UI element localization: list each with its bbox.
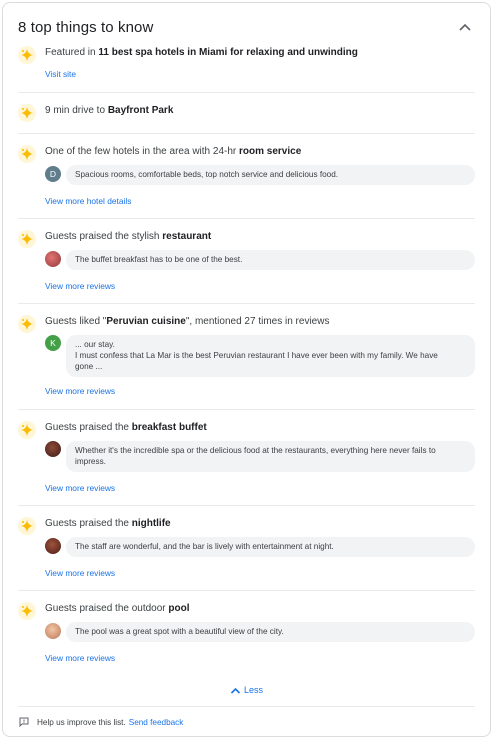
item-headline: Guests praised the outdoor pool bbox=[45, 602, 475, 616]
headline-text: Featured in bbox=[45, 47, 99, 58]
avatar bbox=[45, 623, 61, 639]
headline-suffix: ", mentioned 27 times in reviews bbox=[185, 316, 330, 327]
headline-bold: pool bbox=[168, 603, 190, 614]
headline-text: 9 min drive to bbox=[45, 105, 108, 116]
headline-bold: breakfast buffet bbox=[131, 422, 207, 433]
review-quote: K ... our stay. I must confess that La M… bbox=[45, 335, 475, 379]
divider bbox=[18, 92, 475, 93]
view-more-reviews-link[interactable]: View more reviews bbox=[45, 567, 115, 579]
sparkle-icon bbox=[18, 145, 36, 163]
item-headline: Featured in 11 best spa hotels in Miami … bbox=[45, 46, 475, 60]
headline-text: Guests praised the stylish bbox=[45, 231, 163, 242]
quote-line: gone ... bbox=[75, 362, 103, 371]
quote-bubble: The staff are wonderful, and the bar is … bbox=[66, 537, 475, 557]
divider bbox=[18, 218, 475, 219]
chevron-up-icon bbox=[230, 687, 241, 694]
item-headline: Guests praised the breakfast buffet bbox=[45, 421, 475, 435]
headline-text: Guests praised the bbox=[45, 518, 132, 529]
headline-bold: room service bbox=[239, 146, 302, 157]
sparkle-icon bbox=[18, 315, 36, 333]
headline-text: Guests praised the outdoor bbox=[45, 603, 169, 614]
headline-bold: 11 best spa hotels in Miami for relaxing… bbox=[98, 47, 358, 58]
item-headline: One of the few hotels in the area with 2… bbox=[45, 145, 475, 159]
item-headline: Guests liked "Peruvian cuisine", mention… bbox=[45, 315, 475, 329]
card-header: 8 top things to know bbox=[18, 18, 476, 40]
view-more-reviews-link[interactable]: View more reviews bbox=[45, 482, 115, 494]
list-item: Guests praised the breakfast buffet Whet… bbox=[18, 421, 475, 495]
view-more-reviews-link[interactable]: View more reviews bbox=[45, 652, 115, 664]
list-item: One of the few hotels in the area with 2… bbox=[18, 145, 475, 207]
list-item: Guests liked "Peruvian cuisine", mention… bbox=[18, 315, 475, 399]
sparkle-icon bbox=[18, 517, 36, 535]
quote-line: ... our stay. bbox=[75, 340, 115, 349]
headline-bold: restaurant bbox=[162, 231, 212, 242]
divider bbox=[18, 590, 475, 591]
footer-divider bbox=[18, 706, 475, 707]
visit-site-link[interactable]: Visit site bbox=[45, 68, 76, 80]
divider bbox=[18, 505, 475, 506]
sparkle-icon bbox=[18, 602, 36, 620]
list-item: Guests praised the stylish restaurant Th… bbox=[18, 230, 475, 292]
avatar bbox=[45, 538, 61, 554]
quote-bubble: ... our stay. I must confess that La Mar… bbox=[66, 335, 475, 377]
review-quote: Whether it's the incredible spa or the d… bbox=[45, 441, 475, 475]
avatar bbox=[45, 441, 61, 457]
divider bbox=[18, 133, 475, 134]
review-quote: D Spacious rooms, comfortable beds, top … bbox=[45, 165, 475, 187]
item-headline: Guests praised the nightlife bbox=[45, 517, 475, 531]
headline-text: One of the few hotels in the area with 2… bbox=[45, 146, 239, 157]
quote-bubble: Spacious rooms, comfortable beds, top no… bbox=[66, 165, 475, 185]
review-quote: The pool was a great spot with a beautif… bbox=[45, 622, 475, 644]
item-headline: 9 min drive to Bayfront Park bbox=[45, 104, 475, 118]
avatar: K bbox=[45, 335, 61, 351]
list-item: Guests praised the outdoor pool The pool… bbox=[18, 602, 475, 664]
avatar bbox=[45, 251, 61, 267]
list-item: 9 min drive to Bayfront Park bbox=[18, 104, 475, 124]
quote-bubble: The buffet breakfast has to be one of th… bbox=[66, 250, 475, 270]
headline-text: Guests liked " bbox=[45, 316, 107, 327]
divider bbox=[18, 409, 475, 410]
list-item: Guests praised the nightlife The staff a… bbox=[18, 517, 475, 579]
sparkle-icon bbox=[18, 421, 36, 439]
list-item: Featured in 11 best spa hotels in Miami … bbox=[18, 46, 475, 80]
less-button[interactable]: Less bbox=[3, 685, 490, 697]
feedback-icon bbox=[19, 717, 29, 727]
chevron-up-icon bbox=[459, 23, 471, 31]
quote-line: impress. bbox=[75, 457, 106, 466]
review-quote: The staff are wonderful, and the bar is … bbox=[45, 537, 475, 559]
feedback-footer: Help us improve this list. Send feedback bbox=[19, 717, 183, 727]
send-feedback-link[interactable]: Send feedback bbox=[129, 718, 184, 727]
footer-text: Help us improve this list. bbox=[37, 717, 126, 727]
collapse-button[interactable] bbox=[454, 18, 476, 38]
less-label: Less bbox=[243, 685, 263, 695]
sparkle-icon bbox=[18, 230, 36, 248]
quote-line: Whether it's the incredible spa or the d… bbox=[75, 446, 436, 455]
headline-bold: Peruvian cuisine bbox=[106, 316, 186, 327]
item-headline: Guests praised the stylish restaurant bbox=[45, 230, 475, 244]
quote-bubble: Whether it's the incredible spa or the d… bbox=[66, 441, 475, 472]
headline-bold: nightlife bbox=[131, 518, 171, 529]
sparkle-icon bbox=[18, 46, 36, 64]
view-more-reviews-link[interactable]: View more reviews bbox=[45, 385, 115, 397]
headline-bold: Bayfront Park bbox=[107, 105, 174, 116]
divider bbox=[18, 303, 475, 304]
view-more-link[interactable]: View more hotel details bbox=[45, 195, 131, 207]
quote-bubble: The pool was a great spot with a beautif… bbox=[66, 622, 475, 642]
top-things-card: 8 top things to know Featured in 11 best… bbox=[2, 2, 491, 737]
sparkle-icon bbox=[18, 104, 36, 122]
review-quote: The buffet breakfast has to be one of th… bbox=[45, 250, 475, 272]
card-title: 8 top things to know bbox=[18, 19, 154, 36]
headline-text: Guests praised the bbox=[45, 422, 132, 433]
quote-line: I must confess that La Mar is the best P… bbox=[75, 351, 438, 360]
view-more-reviews-link[interactable]: View more reviews bbox=[45, 280, 115, 292]
avatar: D bbox=[45, 166, 61, 182]
